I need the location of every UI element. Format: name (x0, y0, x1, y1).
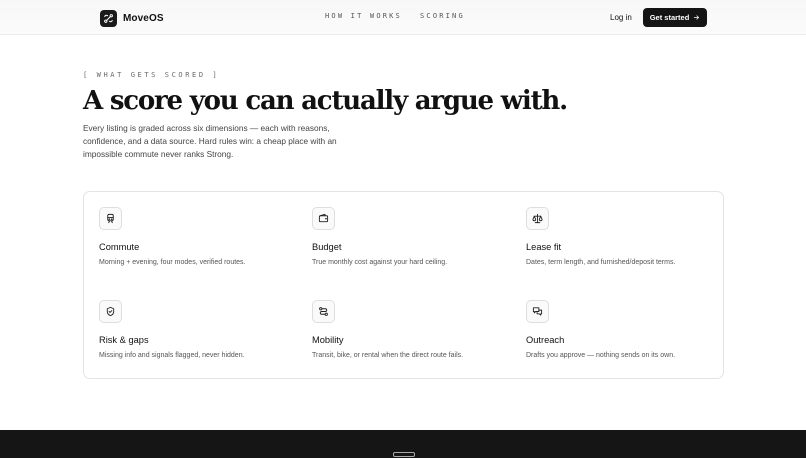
feature-title: Mobility (312, 335, 344, 345)
feature-commute: Commute Morning + evening, four modes, v… (99, 207, 299, 266)
feature-description: Drafts you approve — nothing sends on it… (526, 352, 676, 359)
get-started-button[interactable]: Get started (643, 8, 707, 27)
nav-links: HOW IT WORKS SCORING (325, 12, 465, 20)
brand-logo-icon (100, 9, 117, 27)
feature-budget: Budget True monthly cost against your ha… (312, 207, 512, 266)
nav-link-scoring[interactable]: SCORING (420, 12, 465, 20)
feature-title: Outreach (526, 335, 565, 345)
features-panel: Commute Morning + evening, four modes, v… (83, 191, 724, 379)
train-icon (99, 207, 122, 230)
route-icon (312, 300, 335, 323)
wallet-icon (312, 207, 335, 230)
brand-name: MoveOS (123, 12, 164, 24)
feature-title: Budget (312, 242, 342, 252)
feature-mobility: Mobility Transit, bike, or rental when t… (312, 300, 512, 359)
scale-icon (526, 207, 549, 230)
nav-link-how-it-works[interactable]: HOW IT WORKS (325, 12, 402, 20)
footer-handle (393, 452, 415, 457)
page-title: A score you can actually argue with. (83, 86, 568, 116)
section-eyebrow: [ WHAT GETS SCORED ] (83, 71, 220, 79)
feature-outreach: Outreach Drafts you approve — nothing se… (526, 300, 726, 359)
feature-description: Morning + evening, four modes, verified … (99, 259, 246, 266)
arrow-right-icon (693, 14, 700, 21)
feature-lease-fit: Lease fit Dates, term length, and furnis… (526, 207, 726, 266)
feature-title: Commute (99, 242, 140, 252)
feature-description: Missing info and signals flagged, never … (99, 352, 245, 359)
login-link[interactable]: Log in (610, 13, 632, 22)
top-nav: MoveOS HOW IT WORKS SCORING Log in Get s… (0, 0, 806, 35)
feature-description: Transit, bike, or rental when the direct… (312, 352, 464, 359)
shield-icon (99, 300, 122, 323)
feature-description: Dates, term length, and furnished/deposi… (526, 259, 676, 266)
hero-description: Every listing is graded across six dimen… (83, 123, 337, 159)
chat-icon (526, 300, 549, 323)
brand-link[interactable]: MoveOS (100, 9, 164, 27)
feature-description: True monthly cost against your hard ceil… (312, 259, 448, 266)
feature-title: Lease fit (526, 242, 562, 252)
feature-risk-gaps: Risk & gaps Missing info and signals fla… (99, 300, 299, 359)
feature-title: Risk & gaps (99, 335, 149, 345)
footer-band (0, 430, 806, 458)
get-started-label: Get started (649, 13, 690, 22)
